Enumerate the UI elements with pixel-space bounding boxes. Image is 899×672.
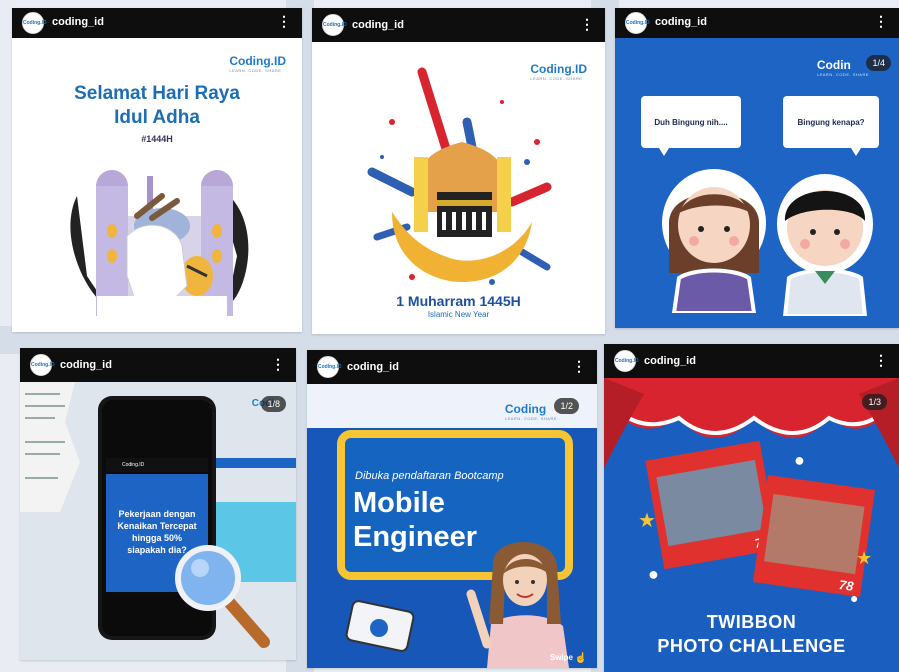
newspaper-decoration: [20, 382, 80, 512]
drop-icon: ●: [850, 590, 859, 606]
more-options-icon[interactable]: ⋮: [572, 358, 586, 375]
more-options-icon[interactable]: ⋮: [874, 13, 888, 30]
username[interactable]: coding_id: [644, 355, 696, 367]
post-twibbon[interactable]: Coding.ID coding_id ⋮ 1/3 78 78 ★ ★ ● ● …: [604, 344, 899, 672]
post-header: Coding.ID coding_id ⋮: [12, 8, 302, 38]
kaaba-crescent-illustration: [367, 67, 552, 285]
more-options-icon[interactable]: ⋮: [277, 13, 291, 30]
drop-icon: ●: [794, 450, 805, 470]
photo-left: [656, 459, 767, 547]
more-options-icon[interactable]: ⋮: [580, 16, 594, 33]
star-icon: ★: [856, 548, 873, 568]
post-idul-adha[interactable]: Coding.ID coding_id ⋮ Coding.ID LEARN. C…: [12, 8, 302, 332]
phone-post-header: Coding.ID: [106, 458, 208, 472]
page-indicator: 1/3: [862, 394, 887, 410]
post-content: Coding LEARN. CODE. SHARE 1/2 Dibuka pen…: [307, 384, 597, 668]
speech-bubble-right: Bingung kenapa?: [783, 96, 879, 156]
username[interactable]: coding_id: [52, 16, 104, 28]
more-options-icon[interactable]: ⋮: [874, 352, 888, 369]
more-options-icon[interactable]: ⋮: [271, 356, 285, 373]
post-bingung[interactable]: Coding.ID coding_id ⋮ Codin LEARN. CODE.…: [615, 8, 899, 328]
swipe-hint[interactable]: Swipe: [550, 653, 573, 662]
magnifier-icon: [175, 545, 270, 648]
page-indicator: 1/8: [261, 396, 286, 412]
photo-frame-right: 78: [753, 475, 875, 597]
post-title: Selamat Hari Raya Idul Adha: [74, 83, 240, 128]
post-content: Coding.ID LEARN. CODE. SHARE 1 Muharram …: [312, 42, 605, 334]
post-header: Coding.ID coding_id ⋮: [604, 344, 899, 378]
post-hashtag: #1444H: [141, 134, 173, 144]
username[interactable]: coding_id: [655, 16, 707, 28]
page-indicator: 1/4: [866, 55, 891, 71]
headline-line2: Mobile: [353, 487, 445, 519]
post-content: Codin LEARN. CODE. SHARE 1/4 Duh Bingung…: [615, 38, 899, 328]
post-content: 1/3 78 78 ★ ★ ● ● ● TWIBBON PHOTO CHALLE…: [604, 378, 899, 672]
username[interactable]: coding_id: [60, 359, 112, 371]
post-pekerjaan[interactable]: Coding.ID coding_id ⋮ Codi 1/8 Coding.ID…: [20, 348, 296, 660]
post-subtitle: Islamic New Year: [427, 310, 490, 319]
brand-logo: Codin LEARN. CODE. SHARE: [816, 58, 869, 77]
post-header: Coding.ID coding_id ⋮: [312, 8, 605, 42]
post-content: Codi 1/8 Coding.ID Pekerjaan dengan Kena…: [20, 382, 296, 660]
speech-bubble-left: Duh Bingung nih....: [641, 96, 741, 156]
avatar[interactable]: Coding.ID: [322, 14, 347, 36]
mosque-goat-illustration: [70, 170, 249, 316]
post-title: 1 Muharram 1445H: [396, 293, 521, 309]
page-indicator: 1/2: [554, 398, 579, 414]
star-icon: ★: [638, 510, 656, 532]
post-header: Coding.ID coding_id ⋮: [615, 8, 899, 38]
brand-logo: Coding LEARN. CODE. SHARE: [504, 402, 557, 421]
post-muharram[interactable]: Coding.ID coding_id ⋮ Coding.ID LEARN. C…: [312, 8, 605, 334]
avatar[interactable]: Coding.ID: [625, 12, 650, 34]
avatar[interactable]: Coding.ID: [317, 356, 342, 378]
avatar[interactable]: Coding.ID: [22, 12, 47, 34]
drop-icon: ●: [648, 564, 659, 584]
post-header: Coding.ID coding_id ⋮: [20, 348, 296, 382]
post-content: Coding.ID LEARN. CODE. SHARE Selamat Har…: [12, 38, 302, 332]
post-header: Coding.ID coding_id ⋮: [307, 350, 597, 384]
photo-right: [763, 493, 865, 575]
swipe-hand-icon: ☝: [574, 653, 587, 664]
headline-line1: Dibuka pendaftaran Bootcamp: [355, 470, 504, 482]
avatar[interactable]: Coding.ID: [614, 350, 639, 372]
post-mobile-engineer[interactable]: Coding.ID coding_id ⋮ Coding LEARN. CODE…: [307, 350, 597, 668]
phone-in-hand-icon: [345, 600, 415, 652]
avatar[interactable]: Coding.ID: [30, 354, 55, 376]
girl-character: [662, 169, 766, 313]
boy-character: [777, 174, 873, 316]
username[interactable]: coding_id: [347, 361, 399, 373]
username[interactable]: coding_id: [352, 19, 404, 31]
brand-logo: Coding.ID LEARN. CODE. SHARE: [229, 54, 286, 73]
woman-photo: [466, 541, 569, 668]
post-title: TWIBBON PHOTO CHALLENGE: [657, 612, 846, 656]
